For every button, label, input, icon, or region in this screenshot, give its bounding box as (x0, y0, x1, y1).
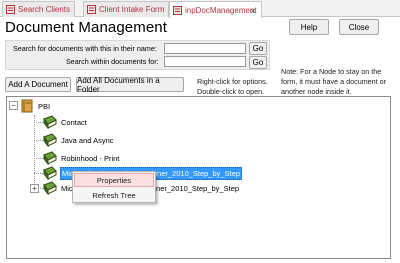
tree-connector (34, 115, 35, 189)
document-tab-strip: Search Clients Client Intake Form inpDoc… (0, 0, 400, 18)
search-name-go-button[interactable]: Go (249, 42, 267, 55)
folder-book-icon (20, 99, 34, 113)
tree-node-label: PBI (38, 101, 51, 111)
tab-client-intake-form[interactable]: Client Intake Form (83, 1, 170, 17)
document-tree[interactable]: − PBI Contact Java and Async Robinhood -… (6, 96, 391, 259)
tree-connector (34, 158, 43, 159)
book-icon (43, 181, 57, 196)
tab-search-clients[interactable]: Search Clients (2, 1, 76, 17)
tree-connector (34, 173, 43, 174)
tab-inp-doc-management[interactable]: inpDocManagement × (169, 1, 262, 18)
tab-label: Search Clients (18, 5, 71, 14)
note-line-3: another node inside it. (281, 87, 352, 96)
tree-node-label: Robinhood - Print (61, 153, 120, 163)
search-within-go-button[interactable]: Go (249, 56, 267, 69)
form-icon (6, 5, 15, 14)
tab-label: inpDocManagement (185, 5, 257, 15)
add-document-button[interactable]: Add A Document (5, 77, 71, 92)
context-menu-refresh-tree[interactable]: Refresh Tree (74, 188, 154, 202)
help-button[interactable]: Help (289, 19, 329, 35)
double-click-hint: Double-click to open. (197, 87, 265, 96)
search-name-input[interactable] (164, 43, 246, 54)
collapse-toggle[interactable]: − (9, 101, 18, 110)
expand-toggle[interactable]: + (30, 184, 39, 193)
note-line-2: form, it must have a document or (281, 77, 387, 86)
book-icon (43, 133, 57, 148)
close-button[interactable]: Close (339, 19, 379, 35)
tree-node-label: Contact (61, 117, 87, 127)
right-click-hint: Right-click for options. (197, 77, 268, 86)
book-icon (43, 151, 57, 166)
tab-label: Client Intake Form (99, 5, 165, 14)
context-menu-properties[interactable]: Properties (74, 173, 154, 187)
search-within-input[interactable] (164, 56, 246, 67)
tree-node[interactable]: Robinhood - Print (43, 151, 120, 166)
tree-node[interactable]: Java and Async (43, 133, 115, 148)
add-all-documents-button[interactable]: Add All Documents in a Folder (76, 76, 184, 94)
book-icon (43, 166, 57, 181)
search-name-label: Search for documents with this in their … (13, 44, 157, 53)
page-title: Document Management (5, 19, 167, 36)
tree-connector (34, 122, 43, 123)
context-menu: Properties Refresh Tree (72, 171, 156, 203)
book-icon (43, 115, 57, 130)
form-icon (87, 5, 96, 14)
tree-node[interactable]: Contact (43, 115, 88, 130)
form-icon (173, 5, 182, 15)
search-within-label: Search within documents for: (66, 57, 159, 66)
note-line-1: Note: For a Node to stay on the (281, 67, 382, 76)
close-icon[interactable]: × (248, 6, 258, 16)
tree-node-label: Java and Async (61, 135, 114, 145)
search-panel: Search for documents with this in their … (5, 40, 270, 70)
tree-connector (34, 140, 43, 141)
tree-node-root[interactable]: PBI (20, 99, 51, 113)
